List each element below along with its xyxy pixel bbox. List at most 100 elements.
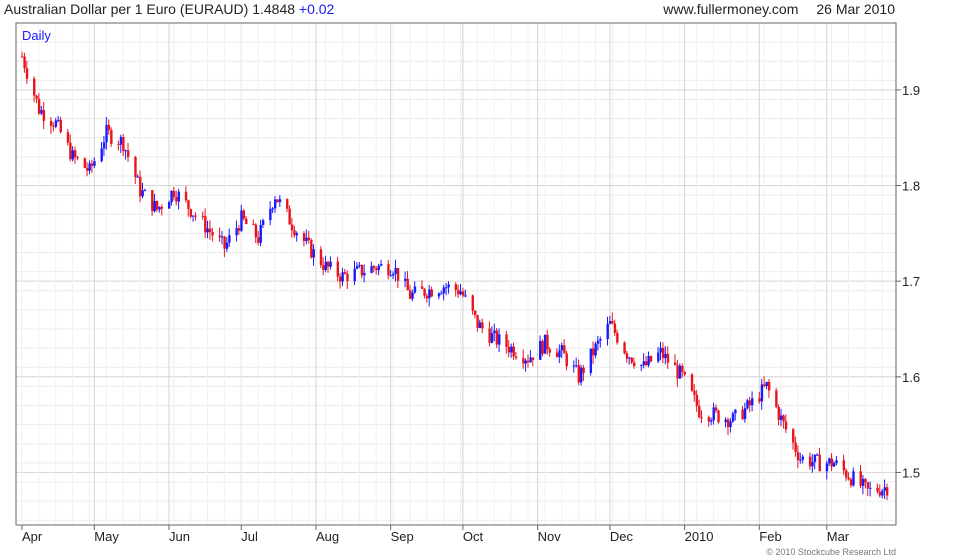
candle-body: [734, 409, 737, 414]
candle-body: [71, 150, 74, 160]
candle-body: [510, 346, 513, 353]
candle-body: [155, 201, 159, 210]
candle-body: [100, 148, 103, 162]
candle-body: [119, 137, 123, 145]
candle-body: [779, 415, 783, 420]
candle-body: [784, 421, 788, 430]
candle-body: [592, 348, 595, 356]
candle-body: [681, 365, 684, 372]
candle-body: [495, 330, 499, 345]
candle-body: [312, 249, 315, 258]
candle-body: [201, 215, 205, 217]
candle-body: [122, 137, 125, 152]
candle-body: [845, 470, 848, 478]
candle-body: [425, 295, 429, 299]
y-tick-label: 1.5: [902, 465, 920, 480]
candle-body: [606, 323, 609, 340]
copyright-notice: © 2010 Stockcube Research Ltd: [766, 547, 896, 557]
candle-body: [380, 264, 383, 266]
candle-body: [394, 267, 397, 274]
x-tick-label: Sep: [391, 529, 414, 544]
candle-body: [808, 456, 812, 467]
candle-body: [498, 334, 501, 345]
candle-body: [220, 236, 224, 238]
candle-body: [86, 167, 89, 171]
x-tick-label: Aug: [316, 529, 339, 544]
candle-body: [107, 124, 111, 131]
candle-body: [329, 261, 332, 267]
candle-body: [33, 78, 36, 96]
candle-body: [447, 284, 450, 288]
y-tick-label: 1.8: [902, 179, 920, 194]
candle-body: [358, 264, 361, 267]
candle-body: [664, 353, 667, 359]
candle-body: [360, 264, 364, 276]
candle-body: [707, 417, 711, 422]
candle-body: [751, 398, 754, 406]
candle-body: [194, 215, 197, 217]
candle-body: [66, 132, 70, 143]
candle-body: [459, 291, 462, 295]
y-tick-label: 1.7: [902, 274, 920, 289]
candle-body: [307, 237, 311, 241]
candle-body: [560, 345, 564, 351]
candle-body: [184, 191, 188, 201]
candle-body: [524, 360, 527, 364]
candle-body: [336, 261, 340, 277]
candle-body: [322, 265, 325, 270]
candle-body: [278, 199, 282, 203]
candle-body: [794, 442, 797, 453]
candle-body: [110, 130, 113, 144]
interval-label: Daily: [22, 28, 51, 43]
candle-body: [876, 487, 879, 492]
candle-body: [852, 471, 855, 486]
candle-body: [136, 176, 140, 178]
candle-body: [189, 209, 193, 217]
candle-body: [353, 268, 356, 282]
candle-body: [589, 348, 593, 373]
candle-body: [252, 224, 255, 226]
candle-body: [355, 266, 359, 269]
candle-body: [832, 463, 836, 467]
candle-body: [710, 420, 713, 422]
candle-body: [204, 216, 207, 233]
candle-body: [411, 292, 414, 299]
candle-body: [187, 200, 190, 210]
candle-body: [558, 350, 561, 358]
candle-body: [690, 374, 694, 391]
candle-body: [512, 346, 515, 357]
candle-body: [507, 346, 511, 353]
candle-body: [746, 400, 749, 409]
candle-body: [693, 390, 696, 395]
candle-body: [59, 119, 62, 133]
candle-body: [478, 322, 482, 328]
candle-body: [476, 314, 479, 328]
candle-body: [172, 190, 176, 198]
x-tick-label: Mar: [827, 529, 850, 544]
candle-body: [608, 320, 612, 324]
candle-body: [731, 413, 735, 422]
x-tick-label: Oct: [463, 529, 484, 544]
candle-body: [423, 288, 426, 296]
candle-body: [676, 365, 679, 379]
candle-body: [286, 199, 289, 209]
candle-body: [724, 419, 727, 423]
candle-body: [124, 150, 128, 152]
candle-body: [767, 381, 771, 391]
candle-body: [661, 347, 665, 359]
candle-body: [579, 367, 583, 383]
candle-body: [490, 333, 494, 343]
candle-body: [257, 237, 260, 243]
candle-body: [396, 267, 400, 281]
candle-body: [127, 150, 130, 157]
candle-body: [237, 228, 241, 231]
candle-body: [695, 394, 699, 406]
candle-body: [117, 143, 120, 145]
candle-body: [167, 202, 171, 209]
x-tick-label: Nov: [538, 529, 562, 544]
candle-body: [69, 142, 72, 160]
candle-body: [428, 289, 431, 299]
y-tick-label: 1.9: [902, 83, 920, 98]
y-tick-label: 1.6: [902, 370, 920, 385]
candle-body: [440, 293, 443, 295]
